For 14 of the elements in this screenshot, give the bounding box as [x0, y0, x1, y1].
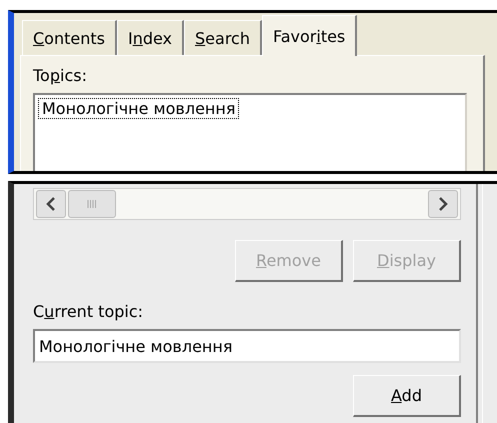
- scroll-thumb[interactable]: [68, 190, 116, 218]
- tab[interactable]: Favorites: [262, 15, 358, 56]
- current-topic-field[interactable]: Монологічне мовлення: [33, 329, 461, 363]
- scroll-left-icon[interactable]: [36, 190, 66, 218]
- add-button[interactable]: Add: [353, 375, 461, 417]
- tab[interactable]: Contents: [22, 20, 117, 55]
- tab[interactable]: Index: [116, 20, 184, 55]
- topics-label: Topics:: [33, 66, 88, 85]
- current-topic-label: Current topic:: [33, 302, 144, 321]
- tab[interactable]: Search: [184, 20, 262, 55]
- topics-list[interactable]: Монологічне мовлення: [33, 93, 467, 171]
- horizontal-scrollbar[interactable]: [33, 188, 461, 220]
- scroll-right-icon[interactable]: [428, 190, 458, 218]
- list-item[interactable]: Монологічне мовлення: [39, 99, 238, 118]
